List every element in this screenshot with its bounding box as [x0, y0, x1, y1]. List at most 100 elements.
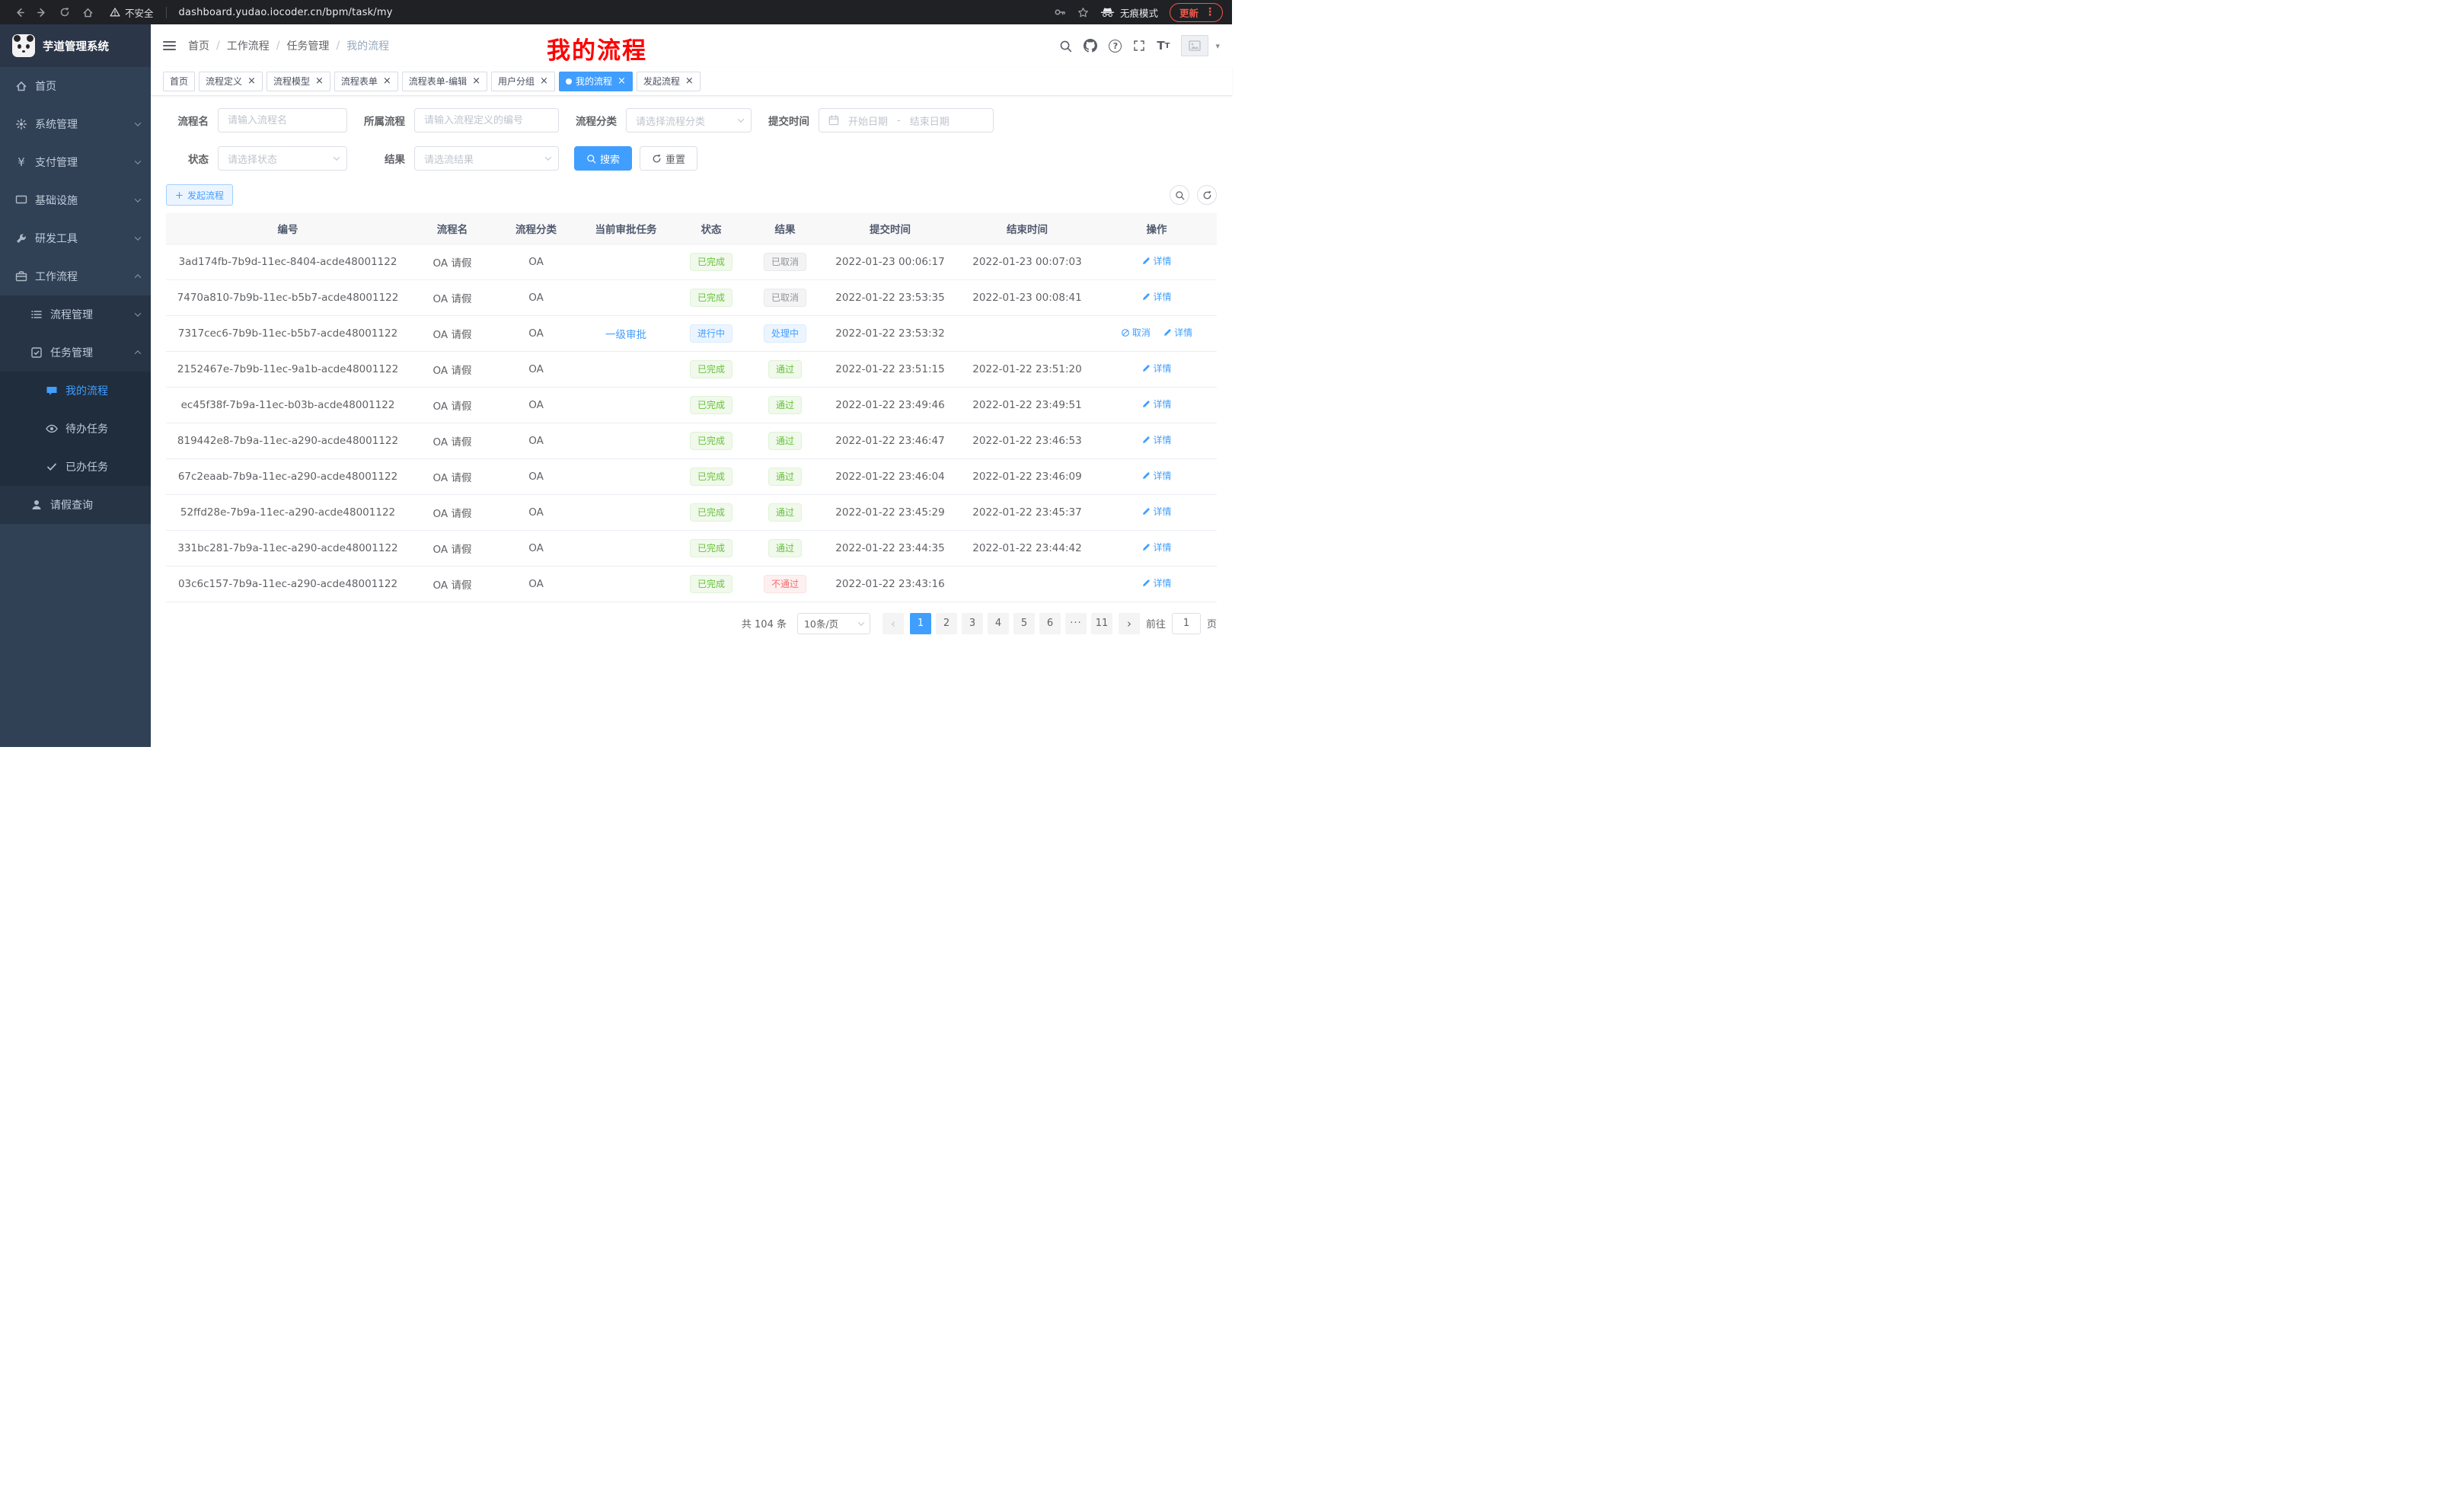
toggle-search-button[interactable] — [1170, 185, 1189, 205]
detail-action[interactable]: 详情 — [1163, 326, 1192, 339]
cell-result: 通过 — [748, 530, 822, 566]
tab-发起流程[interactable]: 发起流程× — [637, 72, 701, 91]
tab-流程定义[interactable]: 流程定义× — [199, 72, 263, 91]
tab-close-icon[interactable]: × — [685, 76, 694, 86]
tab-close-icon[interactable]: × — [383, 76, 391, 86]
tab-用户分组[interactable]: 用户分组× — [491, 72, 555, 91]
sidebar-item-system[interactable]: 系统管理 — [0, 105, 151, 143]
sidebar-item-process-management[interactable]: 流程管理 — [0, 295, 151, 334]
sidebar-item-my-process[interactable]: 我的流程 — [0, 372, 151, 410]
detail-action[interactable]: 详情 — [1141, 505, 1171, 518]
avatar[interactable] — [1181, 35, 1208, 56]
home-icon[interactable] — [78, 2, 97, 22]
search-button[interactable]: 搜索 — [574, 146, 632, 171]
sidebar-item-devtools[interactable]: 研发工具 — [0, 219, 151, 257]
breadcrumb-workflow[interactable]: 工作流程 — [227, 38, 270, 53]
prev-page-button[interactable]: ‹ — [883, 613, 904, 634]
detail-action[interactable]: 详情 — [1141, 362, 1171, 375]
pager-page-6[interactable]: 6 — [1039, 613, 1061, 634]
sidebar-item-task-management[interactable]: 任务管理 — [0, 334, 151, 372]
reset-button[interactable]: 重置 — [640, 146, 697, 171]
status-badge: 已完成 — [690, 575, 732, 593]
sidebar-item-payment[interactable]: ¥ 支付管理 — [0, 143, 151, 181]
sidebar-item-home[interactable]: 首页 — [0, 67, 151, 105]
update-browser-button[interactable]: 更新 ⋮ — [1170, 3, 1223, 22]
breadcrumb-task-management[interactable]: 任务管理 — [286, 38, 329, 53]
search-icon — [586, 154, 596, 164]
detail-action[interactable]: 详情 — [1141, 576, 1171, 589]
cell-current-task — [577, 351, 675, 387]
category-select[interactable]: 请选择流程分类 — [626, 108, 752, 132]
tab-流程模型[interactable]: 流程模型× — [267, 72, 330, 91]
search-icon[interactable] — [1059, 40, 1072, 53]
goto-page-input[interactable] — [1172, 613, 1201, 634]
password-key-icon[interactable] — [1054, 6, 1066, 18]
font-size-icon[interactable]: TT — [1157, 39, 1170, 53]
url-bar[interactable]: dashboard.yudao.iocoder.cn/bpm/task/my — [179, 7, 393, 18]
current-task-link[interactable]: 一级审批 — [605, 329, 646, 341]
github-icon[interactable] — [1084, 39, 1097, 53]
sidebar-item-label: 请假查询 — [50, 497, 93, 512]
cell-id: ec45f38f-7b9a-11ec-b03b-acde48001122 — [166, 387, 410, 423]
pager-page-5[interactable]: 5 — [1013, 613, 1035, 634]
detail-action[interactable]: 详情 — [1141, 254, 1171, 267]
cell-actions: 取消 详情 — [1096, 423, 1217, 458]
bookmark-star-icon[interactable] — [1077, 7, 1089, 18]
result-select[interactable]: 请选流结果 — [414, 146, 559, 171]
chevron-down-icon — [135, 196, 141, 202]
sidebar-item-infra[interactable]: 基础设施 — [0, 181, 151, 219]
tab-close-icon[interactable]: × — [247, 76, 256, 86]
site-security-chip[interactable]: 不安全 — [110, 5, 154, 20]
page-size-select[interactable]: 10条/页 — [797, 613, 870, 634]
sidebar-item-todo-task[interactable]: 待办任务 — [0, 410, 151, 448]
pager-more-button[interactable]: ··· — [1065, 613, 1087, 634]
detail-action[interactable]: 详情 — [1141, 397, 1171, 410]
back-icon[interactable] — [9, 2, 29, 22]
tab-流程表单-编辑[interactable]: 流程表单-编辑× — [402, 72, 487, 91]
pager-pages: 123456···11 — [910, 613, 1112, 634]
detail-action[interactable]: 详情 — [1141, 469, 1171, 482]
process-name-input[interactable] — [218, 108, 347, 132]
fullscreen-icon[interactable] — [1133, 40, 1145, 52]
tab-close-icon[interactable]: × — [472, 76, 480, 86]
forward-icon[interactable] — [32, 2, 52, 22]
breadcrumb-home[interactable]: 首页 — [188, 38, 209, 53]
date-range-separator: - — [897, 115, 901, 126]
detail-action[interactable]: 详情 — [1141, 290, 1171, 303]
avatar-caret-icon[interactable]: ▾ — [1215, 41, 1220, 51]
tab-close-icon[interactable]: × — [618, 76, 626, 86]
result-badge: 已取消 — [764, 253, 806, 271]
pager-page-11[interactable]: 11 — [1091, 613, 1112, 634]
cancel-action[interactable]: 取消 — [1121, 326, 1151, 339]
cell-submit-time: 2022-01-22 23:51:15 — [822, 351, 958, 387]
submit-time-range-picker[interactable]: 开始日期 - 结束日期 — [819, 108, 994, 132]
tab-close-icon[interactable]: × — [540, 76, 548, 86]
cell-status: 已完成 — [675, 423, 748, 458]
tab-首页[interactable]: 首页 — [163, 72, 195, 91]
sidebar-item-done-task[interactable]: 已办任务 — [0, 448, 151, 486]
sidebar-item-leave-query[interactable]: 请假查询 — [0, 486, 151, 524]
cell-result: 通过 — [748, 494, 822, 530]
tab-我的流程[interactable]: 我的流程× — [559, 72, 633, 91]
create-process-button[interactable]: 发起流程 — [166, 184, 233, 206]
sidebar-item-workflow[interactable]: 工作流程 — [0, 257, 151, 295]
logo[interactable]: 芋道管理系统 — [0, 24, 151, 67]
refresh-table-button[interactable] — [1197, 185, 1217, 205]
pager-page-2[interactable]: 2 — [936, 613, 957, 634]
reload-icon[interactable] — [55, 2, 75, 22]
next-page-button[interactable]: › — [1119, 613, 1140, 634]
tab-流程表单[interactable]: 流程表单× — [334, 72, 398, 91]
detail-action[interactable]: 详情 — [1141, 541, 1171, 554]
status-select[interactable]: 请选择状态 — [218, 146, 347, 171]
filter-label-process-name: 流程名 — [166, 113, 218, 128]
detail-action[interactable]: 详情 — [1141, 433, 1171, 446]
cell-current-task — [577, 458, 675, 494]
pager-page-1[interactable]: 1 — [910, 613, 931, 634]
help-icon[interactable]: ? — [1109, 40, 1122, 53]
browser-menu-icon[interactable]: ⋮ — [1205, 6, 1215, 18]
tab-close-icon[interactable]: × — [315, 76, 324, 86]
menu-fold-icon[interactable] — [163, 41, 176, 50]
pager-page-3[interactable]: 3 — [962, 613, 983, 634]
pager-page-4[interactable]: 4 — [988, 613, 1009, 634]
process-definition-input[interactable] — [414, 108, 559, 132]
